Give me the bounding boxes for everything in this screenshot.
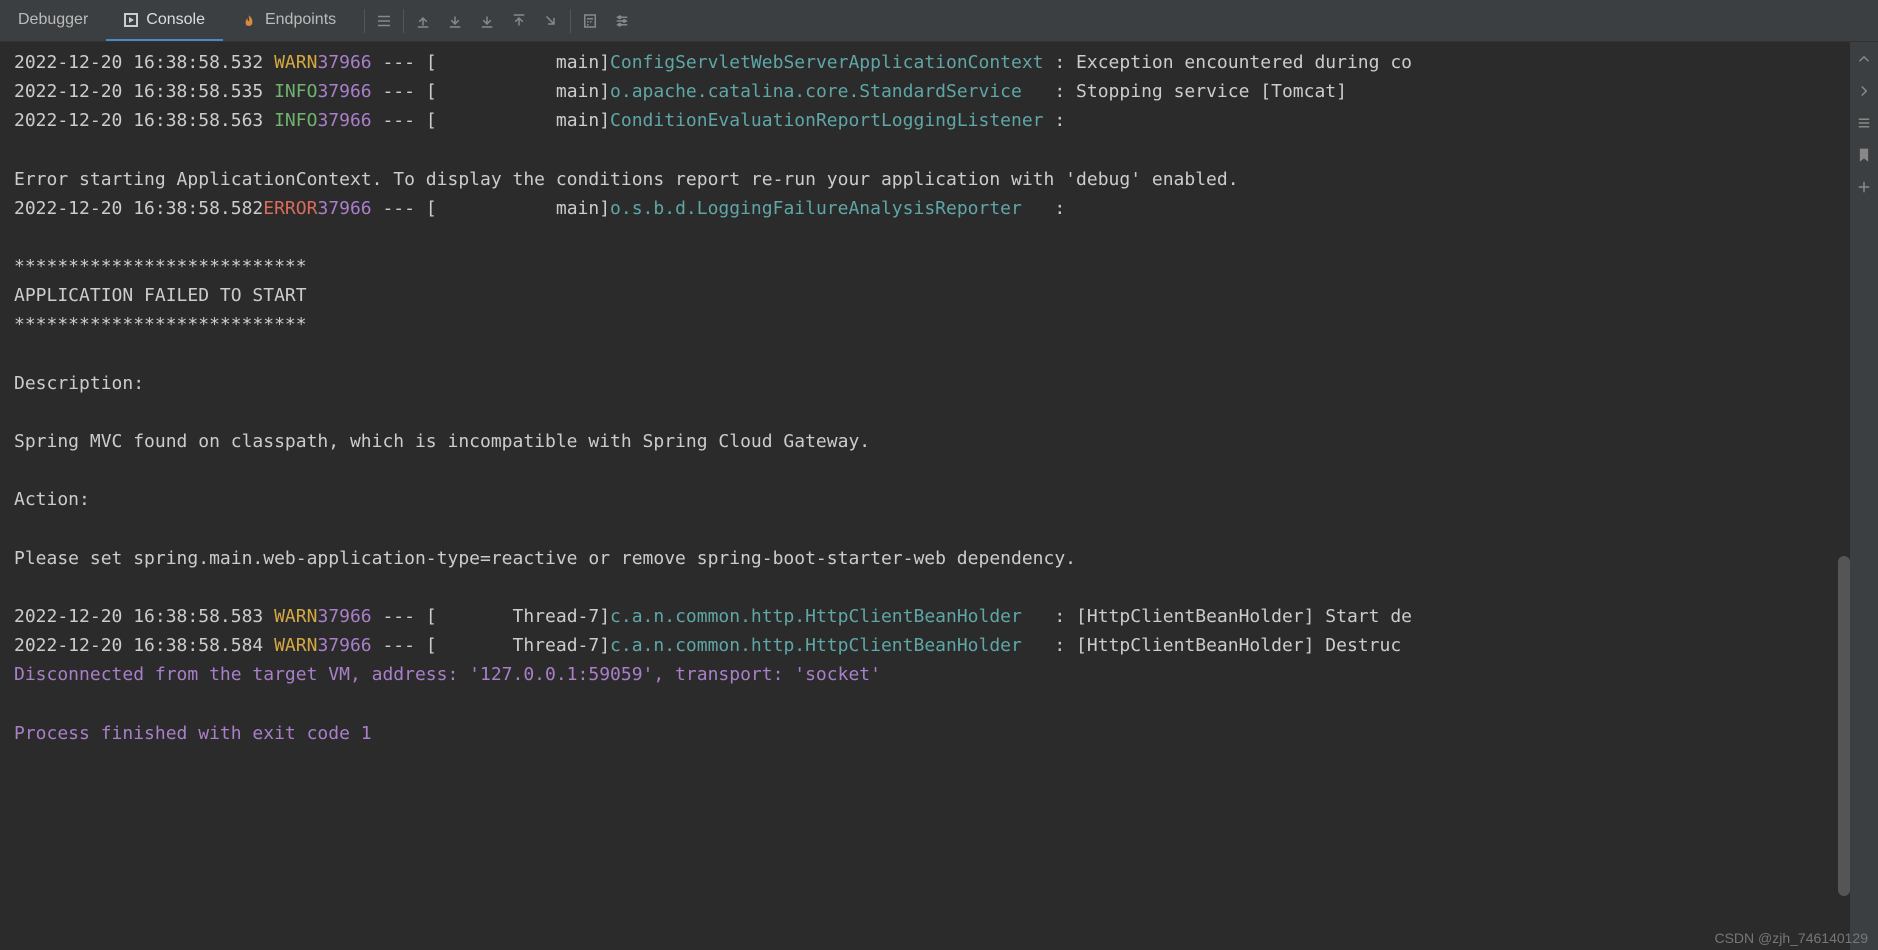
- log-line: Description:: [14, 369, 1878, 398]
- download-icon[interactable]: [446, 12, 464, 30]
- chevron-right-icon[interactable]: [1855, 82, 1873, 100]
- toolbar-icons: [414, 12, 560, 30]
- upload-icon[interactable]: [510, 12, 528, 30]
- toolbar-icons: [375, 12, 393, 30]
- right-gutter: [1850, 42, 1878, 950]
- log-line: [14, 340, 1878, 369]
- exit-line: Process finished with exit code 1: [14, 719, 1878, 748]
- log-line: Action:: [14, 485, 1878, 514]
- log-line: 2022-12-20 16:38:58.582 ERROR 37966 --- …: [14, 194, 1878, 223]
- lines-icon[interactable]: [1855, 114, 1873, 132]
- bookmark-icon[interactable]: [1855, 146, 1873, 164]
- watermark: CSDN @zjh_746140129: [1714, 930, 1868, 946]
- disconnect-line: Disconnected from the target VM, address…: [14, 660, 1878, 689]
- settings-sliders-icon[interactable]: [613, 12, 631, 30]
- log-line: [14, 689, 1878, 718]
- log-line: 2022-12-20 16:38:58.535 INFO 37966 --- […: [14, 77, 1878, 106]
- scrollbar-track[interactable]: [1836, 42, 1850, 936]
- tab-label: Endpoints: [265, 11, 336, 29]
- export-up-icon[interactable]: [414, 12, 432, 30]
- calculator-icon[interactable]: [581, 12, 599, 30]
- tab-console[interactable]: Console: [106, 0, 223, 41]
- log-line: 2022-12-20 16:38:58.563 INFO 37966 --- […: [14, 106, 1878, 135]
- separator: [403, 9, 404, 33]
- hamburger-icon[interactable]: [375, 12, 393, 30]
- separator: [364, 9, 365, 33]
- log-line: [14, 573, 1878, 602]
- scrollbar-thumb[interactable]: [1838, 556, 1850, 896]
- console-output[interactable]: 2022-12-20 16:38:58.532 WARN 37966 --- […: [0, 42, 1878, 748]
- log-line: 2022-12-20 16:38:58.583 WARN 37966 --- […: [14, 602, 1878, 631]
- debug-toolbar: Debugger Console Endpoints: [0, 0, 1878, 42]
- log-line: [14, 515, 1878, 544]
- play-icon: [124, 13, 138, 27]
- log-line: ***************************: [14, 252, 1878, 281]
- log-line: Please set spring.main.web-application-t…: [14, 544, 1878, 573]
- log-line: [14, 398, 1878, 427]
- tab-debugger[interactable]: Debugger: [0, 0, 106, 41]
- log-line: 2022-12-20 16:38:58.584 WARN 37966 --- […: [14, 631, 1878, 660]
- log-line: Spring MVC found on classpath, which is …: [14, 427, 1878, 456]
- flame-icon: [241, 12, 257, 28]
- separator: [570, 9, 571, 33]
- log-line: [14, 456, 1878, 485]
- plus-icon[interactable]: [1855, 178, 1873, 196]
- debug-tabs: Debugger Console Endpoints: [0, 0, 354, 41]
- download-icon[interactable]: [478, 12, 496, 30]
- chevron-up-icon[interactable]: [1855, 50, 1873, 68]
- tab-endpoints[interactable]: Endpoints: [223, 0, 354, 41]
- tab-label: Debugger: [18, 11, 88, 29]
- log-line: APPLICATION FAILED TO START: [14, 281, 1878, 310]
- log-line: 2022-12-20 16:38:58.532 WARN 37966 --- […: [14, 48, 1878, 77]
- log-line: Error starting ApplicationContext. To di…: [14, 165, 1878, 194]
- log-line: [14, 223, 1878, 252]
- log-line: [14, 135, 1878, 164]
- tab-label: Console: [146, 11, 205, 29]
- log-line: ***************************: [14, 310, 1878, 339]
- diagonal-arrow-icon[interactable]: [542, 12, 560, 30]
- toolbar-icons: [581, 12, 631, 30]
